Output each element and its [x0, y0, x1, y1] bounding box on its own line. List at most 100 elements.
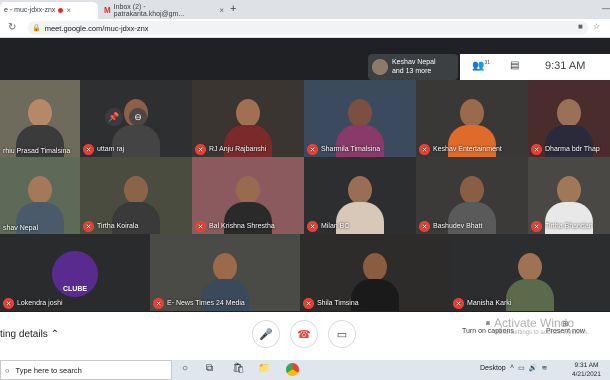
presenter-indicator[interactable]: Keshav Nepal and 13 more [368, 54, 458, 80]
chrome-icon[interactable] [286, 363, 299, 376]
participant-tile[interactable]: ✕ Dharma bdr Thap [528, 80, 610, 157]
tab-gmail[interactable]: M Inbox (2) - patrakarita.khoj@gm... × [100, 2, 228, 19]
system-clock[interactable]: 9:31 AM 4/21/2021 [572, 361, 601, 379]
mic-off-icon: ✕ [303, 298, 314, 309]
store-icon[interactable]: 🛍 [232, 363, 245, 374]
mic-off-icon: ✕ [195, 221, 206, 232]
participant-tile[interactable]: ✕ Keshav Entertainment [416, 80, 528, 157]
mic-off-icon: ✕ [195, 144, 206, 155]
pin-icon[interactable]: 📌 [105, 108, 123, 126]
participant-name: ✕ Manisha Karki [453, 298, 511, 309]
hang-up-icon: ☎ [297, 328, 311, 341]
participant-tile[interactable]: ✕ Milan BC [304, 157, 416, 234]
participant-name: ✕ Milan BC [307, 221, 349, 232]
participant-video [506, 249, 554, 311]
chevron-up-icon: ⌃ [50, 329, 59, 340]
participant-tile[interactable]: ✕ E- News Times 24 Media [150, 234, 300, 311]
chat-icon[interactable]: ▤ [510, 60, 519, 71]
mic-off-icon: ✕ [83, 144, 94, 155]
participant-name: ✕ Keshav Entertainment [419, 144, 502, 155]
lock-icon: 🔒 [32, 25, 41, 32]
participant-tile[interactable]: ✕ Sharmila Timalsina [304, 80, 416, 157]
participant-name: ✕ Tirtha Bhandari [531, 221, 593, 232]
mic-off-icon: ✕ [419, 144, 430, 155]
participant-name: ✕ Dharma bdr Thap [531, 144, 600, 155]
remove-icon[interactable]: ⊖ [129, 108, 147, 126]
meeting-clock: 9:31 AM [545, 60, 586, 72]
mic-off-icon: ✕ [531, 144, 542, 155]
mic-off-icon: ✕ [153, 298, 164, 309]
url-text: meet.google.com/muc-jdxx-znx [44, 23, 149, 33]
mic-off-icon: ✕ [307, 221, 318, 232]
participant-count: 31 [484, 60, 491, 66]
system-tray: ˄ ▭ 🔊 ≋ [510, 364, 547, 372]
participant-tile[interactable]: ✕ Bal Krishna Shrestha [192, 157, 304, 234]
network-icon[interactable]: ▭ [518, 364, 525, 372]
url-field[interactable]: 🔒 meet.google.com/muc-jdxx-znx [28, 21, 588, 35]
leave-call-button[interactable]: ☎ [290, 320, 318, 348]
chevron-up-icon[interactable]: ˄ [510, 364, 514, 372]
participant-name: ✕ Tirtha Koirala [83, 221, 138, 232]
search-icon: ○ [5, 365, 10, 375]
minimize-icon[interactable]: — [602, 4, 610, 13]
tab-meet[interactable]: e - muc-jdxx-znx × [0, 2, 98, 19]
close-tab-icon[interactable]: × [219, 6, 224, 15]
mic-off-icon: ✕ [419, 221, 430, 232]
camera-button[interactable]: ▭ [328, 320, 356, 348]
new-tab-button[interactable]: + [230, 3, 236, 15]
presenter-avatar [372, 59, 388, 75]
participant-name: ✕ Bashudev Bhatt [419, 221, 482, 232]
clock-time: 9:31 AM [574, 362, 599, 369]
reload-icon[interactable]: ↻ [8, 22, 16, 33]
participant-name: ✕ Lokendra joshi [3, 298, 63, 309]
participant-name: ✕ Sharmila Timalsina [307, 144, 380, 155]
taskbar-search-box[interactable]: ○ Type here to search [0, 360, 172, 380]
meet-control-bar: ting details ⌃ 🎤 ☎ ▭ ⧈ Turn on captions … [0, 312, 610, 360]
address-bar-icons: ■ ☆ [578, 22, 600, 31]
microphone-icon: 🎤 [259, 328, 273, 341]
self-view-label: You [597, 68, 608, 74]
presenter-others: and 13 more [392, 68, 432, 75]
close-tab-icon[interactable]: × [66, 6, 71, 15]
file-explorer-icon[interactable]: 📁 [258, 363, 270, 374]
gmail-icon: M [104, 6, 111, 15]
activate-windows-watermark: Activate Windo Go to Settings to activat… [494, 316, 589, 336]
participant-tile[interactable]: ✕ Tirtha Koirala [80, 157, 192, 234]
participant-tile[interactable]: ✕ RJ Anju Rajbanshi [192, 80, 304, 157]
participant-tile[interactable]: ✕ Shila Timsina [300, 234, 450, 311]
mic-off-icon: ✕ [453, 298, 464, 309]
cortana-icon[interactable]: ○ [182, 363, 188, 374]
mic-off-icon: ✕ [307, 144, 318, 155]
microphone-button[interactable]: 🎤 [252, 320, 280, 348]
star-icon[interactable]: ☆ [593, 22, 600, 31]
participant-tile[interactable]: ✕ Tirtha Bhandari [528, 157, 610, 234]
wifi-icon[interactable]: ≋ [541, 364, 547, 372]
mic-off-icon: ✕ [83, 221, 94, 232]
volume-icon[interactable]: 🔊 [529, 364, 538, 372]
participant-avatar: CLUBE [52, 251, 98, 297]
avatar-text: CLUBE [62, 286, 88, 293]
participant-name: ✕ Bal Krishna Shrestha [195, 221, 275, 232]
participant-tile[interactable]: shav Nepal [0, 157, 80, 234]
participant-tile[interactable]: ✕ Bashudev Bhatt [416, 157, 528, 234]
address-bar-row: ↻ 🔒 meet.google.com/muc-jdxx-znx ■ ☆ [0, 19, 610, 38]
windows-taskbar: ○ Type here to search ○ ⧉ 🛍 📁 Desktop ˄ … [0, 360, 610, 380]
mic-off-icon: ✕ [3, 298, 14, 309]
participant-name: ✕ RJ Anju Rajbanshi [195, 144, 266, 155]
participant-name: rhiu Prasad Timalsina [3, 148, 71, 155]
video-camera-icon: ▭ [336, 328, 348, 341]
tile-hover-controls: 📌 ⊖ [105, 108, 147, 126]
participant-tile[interactable]: ✕ Manisha Karki [450, 234, 610, 311]
recording-indicator-icon [58, 8, 64, 13]
desktop-label[interactable]: Desktop [480, 365, 506, 372]
meeting-details-button[interactable]: ting details ⌃ [0, 329, 59, 340]
presenter-name: Keshav Nepal [392, 59, 436, 66]
camera-permission-icon[interactable]: ■ [578, 22, 583, 31]
participant-name: ✕ uttam raj [83, 144, 124, 155]
people-button[interactable]: 👥31 [472, 60, 490, 71]
tab-title: Inbox (2) - patrakarita.khoj@gm... [113, 3, 185, 18]
participant-tile[interactable]: rhiu Prasad Timalsina [0, 80, 80, 157]
tab-title: e - muc-jdxx-znx [4, 7, 56, 14]
task-view-icon[interactable]: ⧉ [206, 363, 213, 374]
search-placeholder: Type here to search [15, 365, 82, 375]
